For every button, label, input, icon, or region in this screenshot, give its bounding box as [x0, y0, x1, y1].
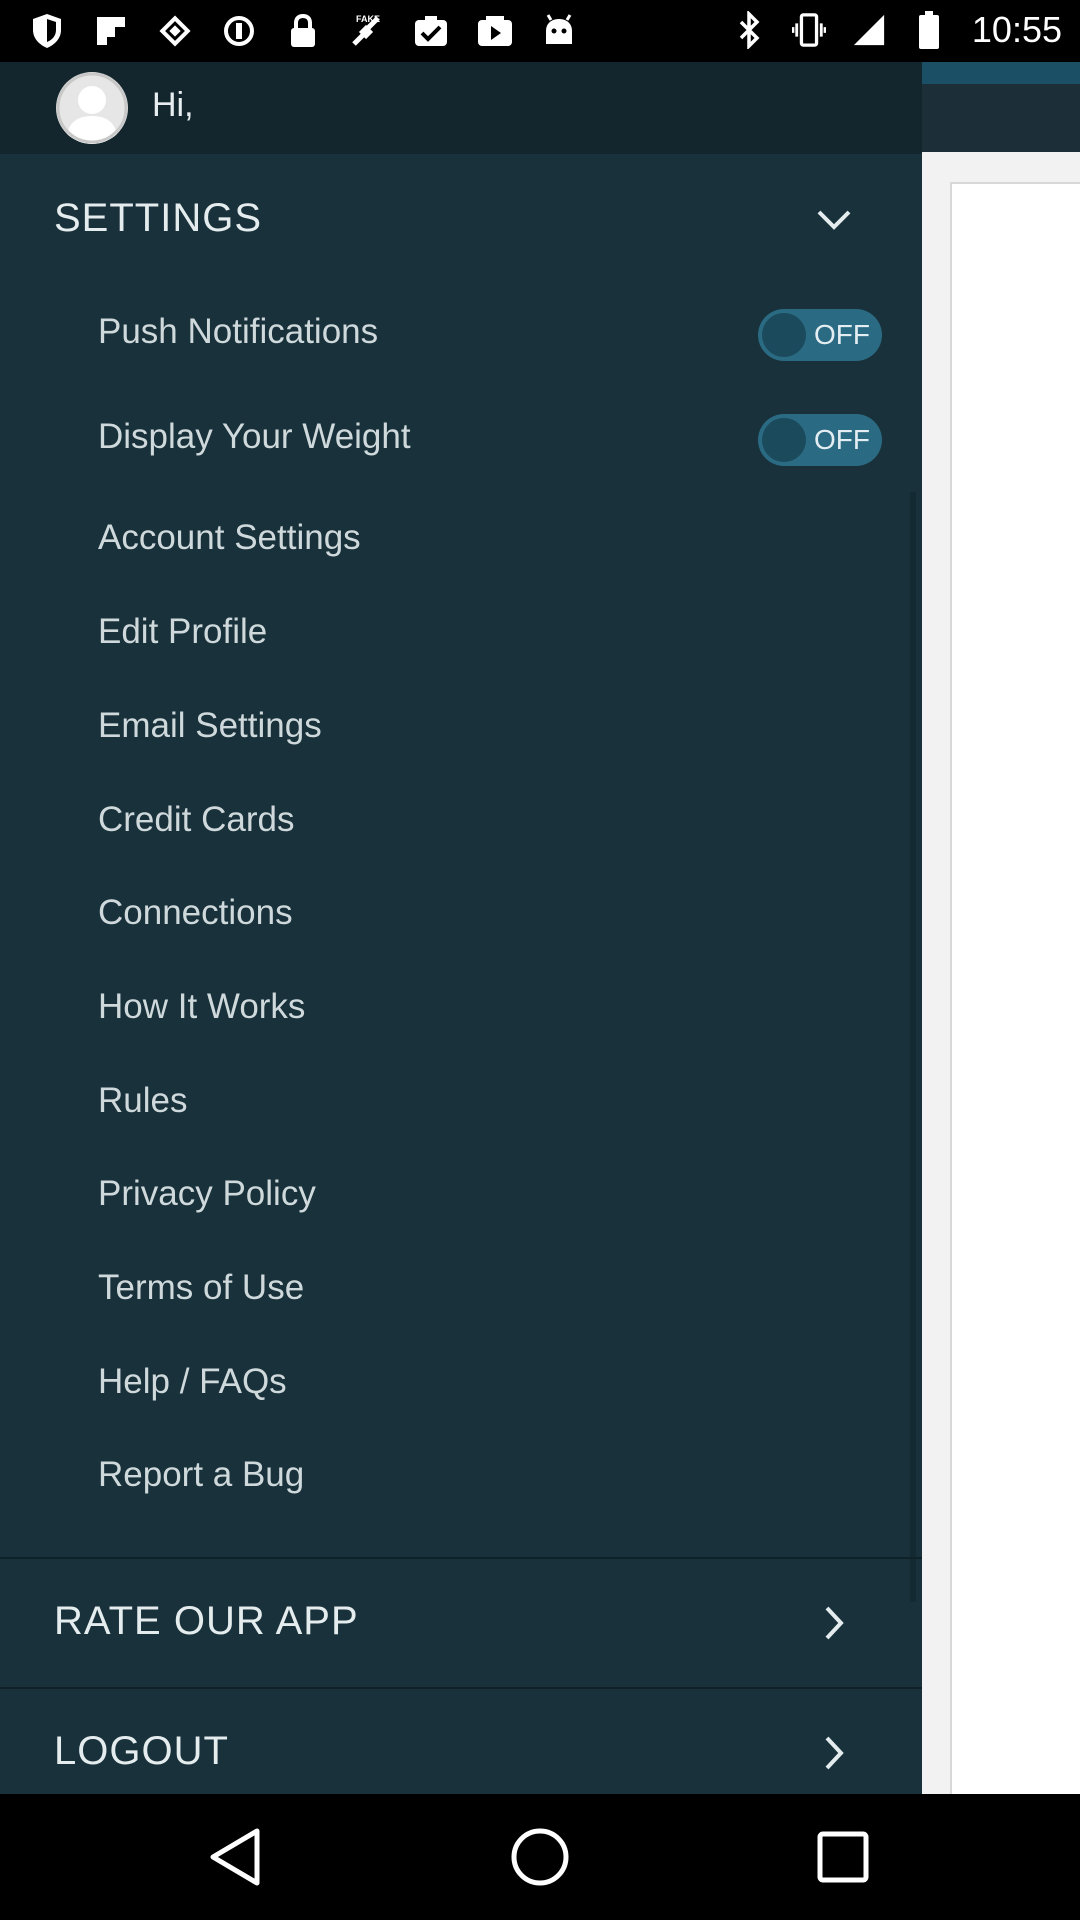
status-bar: FAKE 10:55 [0, 0, 1080, 62]
flipboard-icon [92, 10, 130, 52]
youtube-icon [476, 10, 514, 52]
menu-item-label: Display Your Weight [98, 417, 411, 456]
recents-icon [817, 1831, 869, 1883]
logout-button[interactable]: LOGOUT [0, 1689, 922, 1794]
menu-item-help-faqs[interactable]: Help / FAQs [0, 1340, 922, 1430]
fake-gps-icon: FAKE [348, 10, 386, 52]
avatar[interactable] [56, 72, 128, 144]
back-icon [210, 1828, 260, 1886]
toggle-knob [762, 313, 806, 357]
recents-button[interactable] [808, 1822, 878, 1892]
push-notifications-toggle[interactable]: OFF [758, 309, 882, 361]
clock: 10:55 [971, 9, 1062, 50]
menu-item-label: Account Settings [98, 518, 361, 557]
chevron-right-icon [812, 1601, 856, 1645]
signal-icon [852, 8, 886, 52]
lock-icon [284, 10, 322, 52]
menu-item-rules[interactable]: Rules [0, 1059, 922, 1149]
menu-item-label: Edit Profile [98, 612, 268, 651]
menu-item-terms-of-use[interactable]: Terms of Use [0, 1246, 922, 1336]
menu-item-account-settings[interactable]: Account Settings [0, 496, 922, 586]
logout-label: LOGOUT [54, 1729, 229, 1773]
menu-item-label: Help / FAQs [98, 1362, 287, 1401]
back-button[interactable] [200, 1822, 270, 1892]
notification-icons: FAKE [28, 10, 578, 52]
scrollbar[interactable] [910, 492, 916, 1602]
navigation-bar [0, 1794, 1080, 1920]
greeting-text: Hi, [152, 86, 194, 124]
menu-item-label: Rules [98, 1081, 188, 1120]
menu-item-label: Report a Bug [98, 1455, 305, 1494]
menu-item-privacy-policy[interactable]: Privacy Policy [0, 1152, 922, 1242]
task-check-icon [412, 10, 450, 52]
sync-icon [220, 10, 258, 52]
menu-item-report-a-bug[interactable]: Report a Bug [0, 1433, 922, 1523]
background-app[interactable] [922, 62, 1080, 1802]
toggle-state-label: OFF [814, 319, 870, 350]
rate-our-app-label: RATE OUR APP [54, 1599, 359, 1643]
menu-item-connections[interactable]: Connections [0, 871, 922, 961]
toggle-state-label: OFF [814, 424, 870, 455]
bluetooth-icon [732, 8, 766, 52]
chevron-right-icon [812, 1731, 856, 1775]
background-app-header [922, 62, 1080, 152]
background-app-card [950, 182, 1080, 1802]
home-icon [511, 1828, 569, 1886]
shield-icon [28, 10, 66, 52]
display-weight-toggle[interactable]: OFF [758, 414, 882, 466]
battery-icon [912, 8, 946, 52]
menu-item-edit-profile[interactable]: Edit Profile [0, 590, 922, 680]
android-icon [540, 10, 578, 52]
drawer-header[interactable]: Hi, [0, 62, 922, 154]
toggle-knob [762, 418, 806, 462]
menu-item-label: Terms of Use [98, 1268, 305, 1307]
menu-item-label: How It Works [98, 987, 306, 1026]
menu-item-label: Credit Cards [98, 800, 295, 839]
menu-item-how-it-works[interactable]: How It Works [0, 965, 922, 1055]
vibrate-icon [791, 8, 826, 52]
menu-item-label: Push Notifications [98, 312, 379, 351]
user-icon [56, 72, 128, 144]
settings-section-header[interactable]: SETTINGS [0, 156, 922, 284]
menu-item-push-notifications[interactable]: Push Notifications OFF [0, 290, 922, 380]
menu-item-credit-cards[interactable]: Credit Cards [0, 778, 922, 868]
system-icons: 10:55 [732, 8, 1062, 52]
home-button[interactable] [505, 1822, 575, 1892]
puzzle-icon [156, 10, 194, 52]
menu-item-display-your-weight[interactable]: Display Your Weight OFF [0, 395, 922, 485]
menu-item-label: Privacy Policy [98, 1174, 316, 1213]
settings-label: SETTINGS [54, 196, 263, 240]
menu-item-email-settings[interactable]: Email Settings [0, 684, 922, 774]
menu-item-label: Connections [98, 893, 293, 932]
chevron-down-icon [812, 198, 856, 242]
menu-item-label: Email Settings [98, 706, 322, 745]
navigation-drawer: Hi, SETTINGS Push Notifications OFF Disp… [0, 62, 922, 1794]
rate-our-app-button[interactable]: RATE OUR APP [0, 1559, 922, 1687]
